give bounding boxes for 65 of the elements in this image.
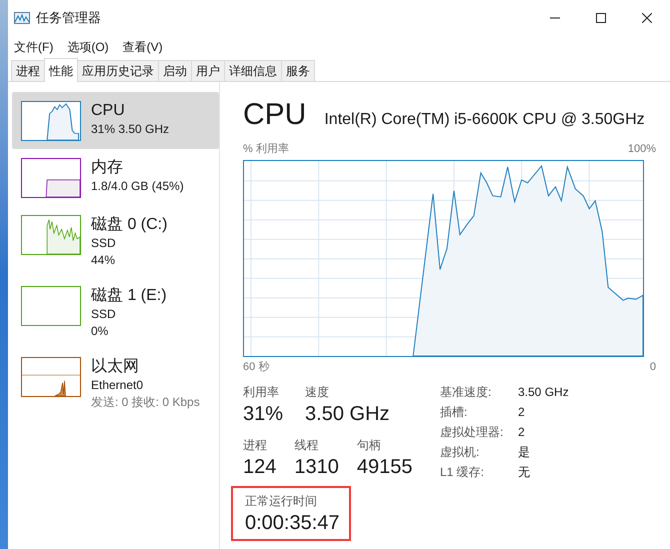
resource-item[interactable]: 磁盘 0 (C:) SSD 44% [12, 206, 219, 277]
spec-label: 虚拟机: [440, 444, 480, 461]
maximize-icon [596, 13, 606, 23]
tab[interactable]: 用户 [191, 60, 225, 81]
resource-detail: 0% [91, 323, 110, 340]
resource-detail: Ethernet0 [91, 377, 144, 394]
resource-detail: 发送: 0 接收: 0 Kbps [91, 394, 200, 411]
tab[interactable]: 启动 [158, 60, 192, 81]
resource-detail: 44% [91, 252, 116, 269]
uptime-value: 0:00:35:47 [245, 511, 341, 536]
stat-label: 线程 [294, 437, 320, 454]
resource-item[interactable]: 磁盘 1 (E:) SSD 0% [12, 277, 219, 348]
spec-value: 2 [518, 424, 526, 441]
stat-label: 句柄 [356, 437, 382, 454]
resource-title: 内存 [91, 158, 124, 178]
usage-graph-thumbnail [21, 158, 81, 198]
menu-item[interactable]: 文件(F) [14, 38, 54, 56]
tab[interactable]: 性能 [44, 58, 78, 82]
window-title: 任务管理器 [36, 9, 101, 28]
usage-graph-thumbnail [21, 215, 81, 255]
app-icon [14, 12, 30, 24]
resource-detail: 1.8/4.0 GB (45%) [91, 178, 184, 195]
spec-label: 基准速度: [440, 384, 492, 401]
spec-label: 插槽: [440, 404, 468, 421]
resource-detail: SSD [91, 306, 117, 323]
menu-item[interactable]: 查看(V) [122, 38, 163, 56]
spec-value: 是 [518, 444, 531, 461]
spec-label: L1 缓存: [440, 464, 486, 481]
stat-value: 124 [243, 455, 276, 480]
resource-title: 以太网 [91, 357, 140, 377]
processor-model: Intel(R) Core(TM) i5-6600K CPU @ 3.50GHz [324, 110, 645, 130]
spec-value: 无 [518, 464, 531, 481]
tab[interactable]: 进程 [11, 60, 45, 81]
stat-label: 正常运行时间 [245, 493, 318, 510]
resource-item[interactable]: 以太网 Ethernet0 发送: 0 接收: 0 Kbps [12, 348, 219, 419]
stat-value: 49155 [356, 455, 412, 480]
spec-value: 3.50 GHz [518, 384, 569, 401]
usage-graph-thumbnail [21, 286, 81, 326]
stat-value: 3.50 GHz [305, 402, 390, 427]
tab[interactable]: 服务 [281, 60, 315, 81]
chart-axis-label: % 利用率 [243, 142, 289, 157]
resource-title: CPU [91, 101, 126, 121]
tab[interactable]: 应用历史记录 [77, 60, 159, 81]
resource-item[interactable]: 内存 1.8/4.0 GB (45%) [12, 149, 219, 206]
usage-graph-thumbnail [21, 357, 81, 397]
tab[interactable]: 详细信息 [224, 60, 282, 81]
stat-label: 进程 [243, 437, 268, 454]
stat-label: 速度 [305, 384, 330, 401]
resource-item[interactable]: CPU 31% 3.50 GHz [12, 92, 219, 149]
resource-detail: 31% 3.50 GHz [91, 121, 170, 138]
spec-label: 虚拟处理器: [440, 424, 504, 441]
stat-value: 31% [243, 402, 284, 427]
usage-graph-thumbnail [21, 101, 81, 141]
spec-value: 2 [518, 404, 526, 421]
detail-title: CPU [243, 97, 306, 133]
resource-detail: SSD [91, 235, 117, 252]
close-icon [642, 13, 652, 23]
chart-axis-label: 60 秒 [243, 360, 270, 374]
resource-title: 磁盘 0 (C:) [91, 215, 168, 235]
stat-value: 1310 [294, 455, 339, 480]
chart-axis-label: 100% [628, 142, 656, 157]
chart-axis-label: 0 [650, 360, 656, 374]
menu-item[interactable]: 选项(O) [67, 38, 109, 56]
resource-title: 磁盘 1 (E:) [91, 286, 167, 306]
stat-label: 利用率 [243, 384, 280, 401]
